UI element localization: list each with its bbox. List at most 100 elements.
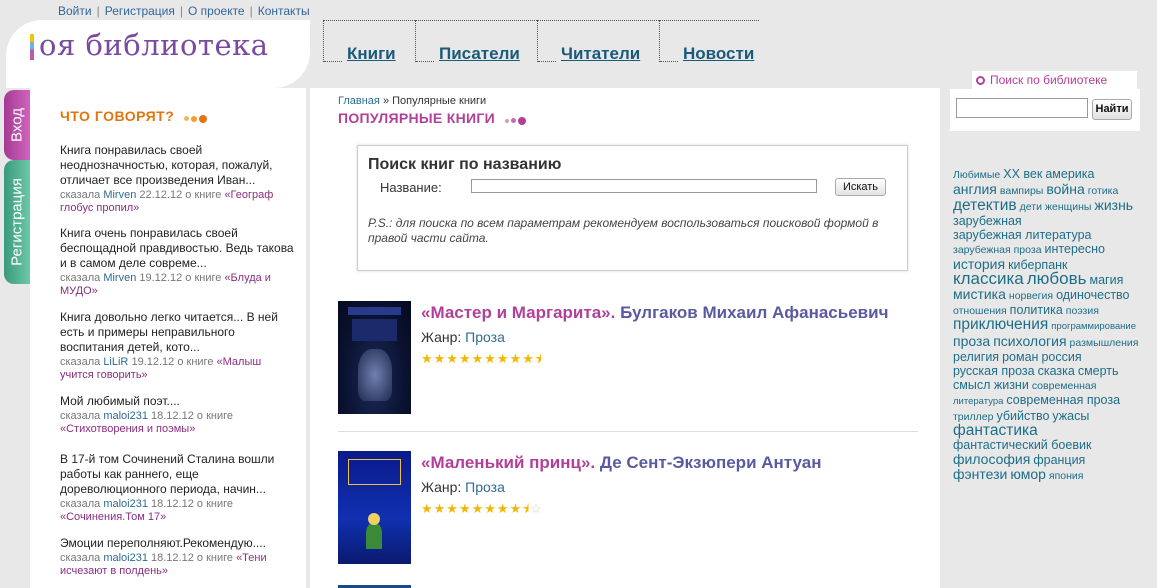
tag-link[interactable]: америка [1045,167,1094,181]
book-title[interactable]: «Маленький принц». Де Сент-Экзюпери Анту… [421,453,822,473]
comment-user-link[interactable]: LiLiR [103,356,128,368]
site-logo[interactable]: оя библиотека [6,20,310,88]
tag-link[interactable]: детектив [953,198,1017,214]
comment-user-link[interactable]: Mirven [103,189,136,201]
tag-link[interactable]: религия [953,350,999,364]
nav-link-readers[interactable]: Читатели [561,44,640,64]
tag-link[interactable]: интересно [1045,242,1105,256]
tag-link[interactable]: сказка [1038,364,1075,378]
breadcrumb: Главная » Популярные книги [338,95,487,107]
tag-link[interactable]: роман [1002,350,1038,364]
tag-link[interactable]: любовь [1027,270,1087,287]
comment-user-link[interactable]: maloi231 [103,498,148,510]
tag-link[interactable]: фантастический боевик [953,438,1091,452]
comment-text[interactable]: Книга довольно легко читается... В ней е… [60,310,296,355]
tag-link[interactable]: фэнтези [953,467,1007,481]
tag-link[interactable]: англия [953,182,997,196]
tag-link[interactable]: размышления [1070,336,1139,350]
book-title[interactable]: «Мастер и Маргарита». Булгаков Михаил Аф… [421,303,888,323]
tag-link[interactable]: литература [953,395,1003,409]
tag-link[interactable]: япония [1049,469,1084,483]
tag-link[interactable]: философия [953,452,1030,466]
tag-link[interactable]: норвегия [1009,289,1053,303]
tag-link[interactable]: мистика [953,287,1006,301]
tag-link[interactable]: классика [953,270,1024,287]
library-search-input[interactable] [956,98,1088,118]
comment-user-link[interactable]: maloi231 [103,552,148,564]
tag-link[interactable]: зарубежная литература [953,228,1092,242]
tag-link[interactable]: приключения [953,317,1048,333]
tag-link[interactable]: фантастика [953,423,1038,439]
tag-link[interactable]: ужасы [1052,409,1089,423]
tag-link[interactable]: дети [1020,200,1042,214]
tag-link[interactable]: франция [1033,453,1085,467]
tag-link[interactable]: поэзия [1066,304,1099,318]
nav-link-books[interactable]: Книги [347,44,396,64]
comment-item: Книга довольно легко читается... В ней е… [60,310,296,382]
login-link[interactable]: Войти [58,4,92,18]
nav-link-news[interactable]: Новости [683,44,754,64]
tag-link[interactable]: жизнь [1094,198,1133,212]
tag-link[interactable]: война [1046,182,1084,196]
tag-link[interactable]: политика [1010,303,1063,317]
search-icon [976,76,985,85]
tag-link[interactable]: зарубежная [953,214,1022,228]
register-tab[interactable]: Регистрация [4,160,30,284]
tag-link[interactable]: зарубежная проза [953,243,1042,257]
tag-link[interactable]: юмор [1010,467,1046,481]
library-search-button[interactable]: Найти [1092,99,1132,120]
tag-link[interactable]: одиночество [1056,288,1129,302]
book-cover[interactable] [338,301,411,414]
register-link[interactable]: Регистрация [105,4,175,18]
breadcrumb-home-link[interactable]: Главная [338,95,380,107]
comment-user-link[interactable]: Mirven [103,272,136,284]
about-link[interactable]: О проекте [188,4,245,18]
title-search-label: Название: [380,180,442,195]
comment-user-link[interactable]: maloi231 [103,410,148,422]
tag-link[interactable]: готика [1088,184,1119,198]
title-search-button[interactable]: Искать [835,178,886,196]
tag-link[interactable]: магия [1090,273,1124,287]
divider [338,431,918,432]
login-tab[interactable]: Вход [4,90,30,160]
tag-link[interactable]: россия [1041,350,1081,364]
comment-book-link[interactable]: «Сочинения.Том 17» [60,511,166,523]
comment-text[interactable]: Мой любимый поэт.... [60,394,296,409]
nav-link-writers[interactable]: Писатели [439,44,520,64]
tag-link[interactable]: русская проза [953,364,1035,378]
library-search-form: Найти [950,89,1140,131]
tag-link[interactable]: проза [953,334,990,348]
tag-link[interactable]: психология [993,334,1066,348]
comment-book-link[interactable]: «Стихотворения и поэмы» [60,423,195,435]
contacts-link[interactable]: Контакты [258,4,310,18]
comments-sidebar: ЧТО ГОВОРЯТ? Книга понравилась своей нео… [30,88,306,588]
tag-link[interactable]: XX век [1003,167,1042,181]
book-rating[interactable]: ★★★★★★★★★⯨ [421,350,543,372]
tag-link[interactable]: женщины [1045,200,1092,214]
comment-text[interactable]: В 17-й том Сочинений Сталина вошли работ… [60,452,296,497]
nav-item-readers: Читатели [537,20,659,64]
tag-link[interactable]: Любимые [953,168,1000,182]
genre-link[interactable]: Проза [465,329,505,345]
comment-text[interactable]: Книга очень понравилась своей беспощадно… [60,226,296,271]
tag-link[interactable]: смысл жизни [953,378,1029,392]
decor-dots-icon [184,109,209,125]
nav-item-books: Книги [323,20,415,64]
tag-link[interactable]: программирование [1051,320,1136,334]
comment-item: Книга понравилась своей неоднозначностью… [60,143,296,215]
book-genre: Жанр: Проза [421,479,505,495]
comment-text[interactable]: Книга понравилась своей неоднозначностью… [60,143,296,188]
tag-link[interactable]: убийство [996,409,1049,423]
genre-link[interactable]: Проза [465,479,505,495]
comment-item: В 17-й том Сочинений Сталина вошли работ… [60,452,296,524]
tag-link[interactable]: современная проза [1006,393,1120,407]
comment-text[interactable]: Эмоции переполняют.Рекомендую.... [60,536,296,551]
book-cover[interactable] [338,451,411,564]
tag-link[interactable]: современная [1032,379,1097,393]
tag-link[interactable]: смерть [1078,364,1119,378]
nav-item-news: Новости [659,20,759,64]
top-links: Войти | Регистрация | О проекте | Контакты [58,4,310,18]
tag-link[interactable]: вампиры [1000,184,1043,198]
book-rating[interactable]: ★★★★★★★★⯨☆ [421,500,543,522]
title-search-input[interactable] [471,179,817,193]
